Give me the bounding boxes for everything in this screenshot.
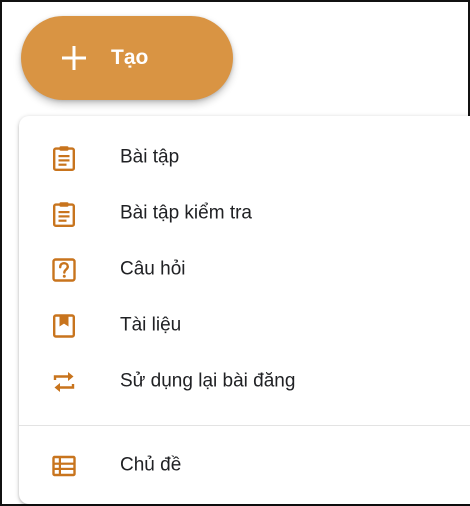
screenshot-frame: Tạo Bài tập Bài tập kiểm tra Câu hỏi Tài… [0,0,470,506]
quiz-assignment-icon [53,202,75,227]
topic-list-icon [52,455,76,477]
menu-item-assignment[interactable]: Bài tập [19,134,470,182]
create-button[interactable]: Tạo [21,16,233,100]
menu-item-label: Câu hỏi [120,258,186,280]
menu-item-question[interactable]: Câu hỏi [19,246,470,294]
menu-item-label: Bài tập kiểm tra [120,202,252,224]
create-menu: Bài tập Bài tập kiểm tra Câu hỏi Tài liệ… [19,116,470,504]
material-bookmark-icon [53,314,76,338]
menu-divider [19,425,470,426]
menu-item-material[interactable]: Tài liệu [19,302,470,350]
assignment-clipboard-icon [53,146,75,171]
menu-item-label: Chủ đề [120,454,182,476]
menu-item-label: Bài tập [120,146,180,168]
menu-item-topic[interactable]: Chủ đề [19,442,470,490]
menu-item-label: Sử dụng lại bài đăng [120,370,296,392]
create-button-label: Tạo [111,46,149,69]
menu-item-reuse-post[interactable]: Sử dụng lại bài đăng [19,358,470,406]
question-icon [52,258,76,282]
plus-icon [62,46,86,70]
menu-item-label: Tài liệu [120,314,182,336]
reuse-post-icon [53,372,75,392]
menu-item-quiz-assignment[interactable]: Bài tập kiểm tra [19,190,470,238]
